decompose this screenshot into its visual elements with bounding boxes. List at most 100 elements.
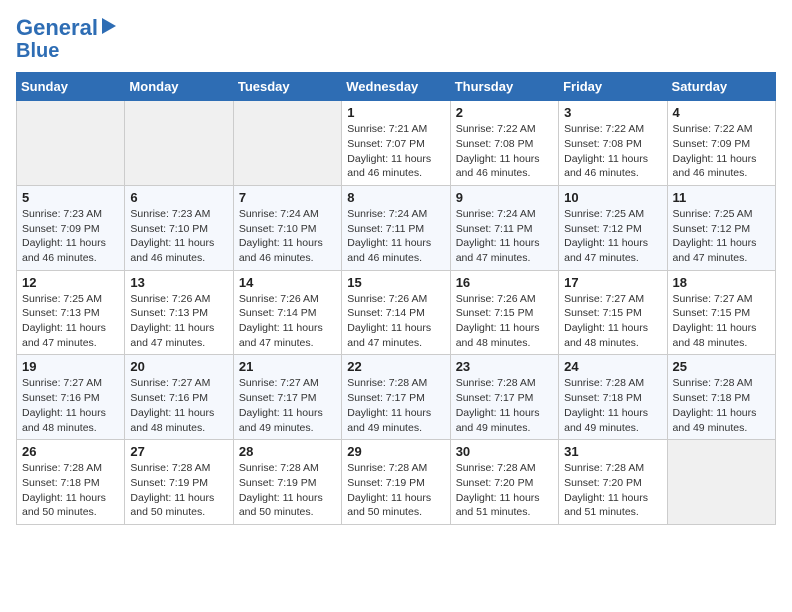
- calendar-cell: 27Sunrise: 7:28 AM Sunset: 7:19 PM Dayli…: [125, 440, 233, 525]
- day-info: Sunrise: 7:24 AM Sunset: 7:10 PM Dayligh…: [239, 207, 336, 266]
- day-info: Sunrise: 7:21 AM Sunset: 7:07 PM Dayligh…: [347, 122, 444, 181]
- weekday-header-row: SundayMondayTuesdayWednesdayThursdayFrid…: [17, 73, 776, 101]
- weekday-header-friday: Friday: [559, 73, 667, 101]
- day-number: 7: [239, 190, 336, 205]
- day-info: Sunrise: 7:22 AM Sunset: 7:08 PM Dayligh…: [456, 122, 553, 181]
- day-info: Sunrise: 7:28 AM Sunset: 7:19 PM Dayligh…: [347, 461, 444, 520]
- day-number: 25: [673, 359, 770, 374]
- calendar-week-row: 26 Sunrise: 7:28 AM Sunset: 7:18 PM Dayli…: [17, 440, 776, 525]
- day-number: 11: [673, 190, 770, 205]
- weekday-header-sunday: Sunday: [17, 73, 125, 101]
- calendar-cell: [125, 101, 233, 186]
- day-number: 23: [456, 359, 553, 374]
- day-number: 2: [456, 105, 553, 120]
- day-number: 28: [239, 444, 336, 459]
- day-info: Sunrise: 7:22 AM Sunset: 7:08 PM Dayligh…: [564, 122, 661, 181]
- day-info: Sunrise: 7:28 AM Sunset: 7:18 PM Dayligh…: [673, 376, 770, 435]
- calendar-cell: [667, 440, 775, 525]
- logo-subtext: Blue: [16, 40, 59, 62]
- day-number: 13: [130, 275, 227, 290]
- calendar-cell: 16Sunrise: 7:26 AM Sunset: 7:15 PM Dayli…: [450, 270, 558, 355]
- day-number: 18: [673, 275, 770, 290]
- calendar-cell: 22 Sunrise: 7:28 AM Sunset: 7:17 PM Dayli…: [342, 355, 450, 440]
- day-number: 17: [564, 275, 661, 290]
- calendar-cell: 14 Sunrise: 7:26 AM Sunset: 7:14 PM Dayli…: [233, 270, 341, 355]
- day-number: 30: [456, 444, 553, 459]
- day-info: Sunrise: 7:26 AM Sunset: 7:13 PM Dayligh…: [130, 292, 227, 351]
- day-info: Sunrise: 7:25 AM Sunset: 7:13 PM Dayligh…: [22, 292, 119, 351]
- day-info: Sunrise: 7:26 AM Sunset: 7:14 PM Dayligh…: [239, 292, 336, 351]
- calendar-cell: 28 Sunrise: 7:28 AM Sunset: 7:19 PM Dayli…: [233, 440, 341, 525]
- weekday-header-thursday: Thursday: [450, 73, 558, 101]
- calendar-cell: 3 Sunrise: 7:22 AM Sunset: 7:08 PM Daylig…: [559, 101, 667, 186]
- day-info: Sunrise: 7:28 AM Sunset: 7:20 PM Dayligh…: [456, 461, 553, 520]
- calendar-cell: 1 Sunrise: 7:21 AM Sunset: 7:07 PM Daylig…: [342, 101, 450, 186]
- calendar-table: SundayMondayTuesdayWednesdayThursdayFrid…: [16, 72, 776, 525]
- day-number: 31: [564, 444, 661, 459]
- calendar-cell: 23 Sunrise: 7:28 AM Sunset: 7:17 PM Dayli…: [450, 355, 558, 440]
- calendar-cell: 13 Sunrise: 7:26 AM Sunset: 7:13 PM Dayli…: [125, 270, 233, 355]
- day-number: 20: [130, 359, 227, 374]
- day-number: 4: [673, 105, 770, 120]
- day-info: Sunrise: 7:25 AM Sunset: 7:12 PM Dayligh…: [564, 207, 661, 266]
- day-info: Sunrise: 7:27 AM Sunset: 7:15 PM Dayligh…: [673, 292, 770, 351]
- day-info: Sunrise: 7:28 AM Sunset: 7:20 PM Dayligh…: [564, 461, 661, 520]
- calendar-cell: 18 Sunrise: 7:27 AM Sunset: 7:15 PM Dayli…: [667, 270, 775, 355]
- calendar-cell: 7 Sunrise: 7:24 AM Sunset: 7:10 PM Daylig…: [233, 185, 341, 270]
- calendar-cell: 19Sunrise: 7:27 AM Sunset: 7:16 PM Dayli…: [17, 355, 125, 440]
- calendar-cell: 6 Sunrise: 7:23 AM Sunset: 7:10 PM Daylig…: [125, 185, 233, 270]
- calendar-week-row: 19Sunrise: 7:27 AM Sunset: 7:16 PM Dayli…: [17, 355, 776, 440]
- weekday-header-saturday: Saturday: [667, 73, 775, 101]
- calendar-cell: 10Sunrise: 7:25 AM Sunset: 7:12 PM Dayli…: [559, 185, 667, 270]
- calendar-cell: 15 Sunrise: 7:26 AM Sunset: 7:14 PM Dayli…: [342, 270, 450, 355]
- day-number: 24: [564, 359, 661, 374]
- day-info: Sunrise: 7:23 AM Sunset: 7:09 PM Dayligh…: [22, 207, 119, 266]
- day-info: Sunrise: 7:24 AM Sunset: 7:11 PM Dayligh…: [456, 207, 553, 266]
- day-info: Sunrise: 7:27 AM Sunset: 7:15 PM Dayligh…: [564, 292, 661, 351]
- calendar-cell: 2 Sunrise: 7:22 AM Sunset: 7:08 PM Daylig…: [450, 101, 558, 186]
- weekday-header-wednesday: Wednesday: [342, 73, 450, 101]
- day-number: 26: [22, 444, 119, 459]
- day-number: 3: [564, 105, 661, 120]
- day-number: 15: [347, 275, 444, 290]
- day-info: Sunrise: 7:25 AM Sunset: 7:12 PM Dayligh…: [673, 207, 770, 266]
- day-info: Sunrise: 7:28 AM Sunset: 7:18 PM Dayligh…: [22, 461, 119, 520]
- day-info: Sunrise: 7:27 AM Sunset: 7:17 PM Dayligh…: [239, 376, 336, 435]
- day-info: Sunrise: 7:26 AM Sunset: 7:14 PM Dayligh…: [347, 292, 444, 351]
- calendar-cell: 31 Sunrise: 7:28 AM Sunset: 7:20 PM Dayli…: [559, 440, 667, 525]
- day-number: 19: [22, 359, 119, 374]
- day-info: Sunrise: 7:22 AM Sunset: 7:09 PM Dayligh…: [673, 122, 770, 181]
- day-number: 9: [456, 190, 553, 205]
- day-info: Sunrise: 7:28 AM Sunset: 7:17 PM Dayligh…: [456, 376, 553, 435]
- day-number: 6: [130, 190, 227, 205]
- day-info: Sunrise: 7:23 AM Sunset: 7:10 PM Dayligh…: [130, 207, 227, 266]
- calendar-cell: 25 Sunrise: 7:28 AM Sunset: 7:18 PM Dayli…: [667, 355, 775, 440]
- day-info: Sunrise: 7:28 AM Sunset: 7:19 PM Dayligh…: [239, 461, 336, 520]
- calendar-week-row: 12 Sunrise: 7:25 AM Sunset: 7:13 PM Dayli…: [17, 270, 776, 355]
- calendar-cell: 17 Sunrise: 7:27 AM Sunset: 7:15 PM Dayli…: [559, 270, 667, 355]
- day-info: Sunrise: 7:24 AM Sunset: 7:11 PM Dayligh…: [347, 207, 444, 266]
- calendar-cell: 5 Sunrise: 7:23 AM Sunset: 7:09 PM Daylig…: [17, 185, 125, 270]
- calendar-cell: 9 Sunrise: 7:24 AM Sunset: 7:11 PM Daylig…: [450, 185, 558, 270]
- calendar-week-row: 5 Sunrise: 7:23 AM Sunset: 7:09 PM Daylig…: [17, 185, 776, 270]
- page-header: General Blue: [16, 16, 776, 62]
- calendar-cell: 11 Sunrise: 7:25 AM Sunset: 7:12 PM Dayli…: [667, 185, 775, 270]
- calendar-cell: 24 Sunrise: 7:28 AM Sunset: 7:18 PM Dayli…: [559, 355, 667, 440]
- weekday-header-monday: Monday: [125, 73, 233, 101]
- calendar-cell: 8Sunrise: 7:24 AM Sunset: 7:11 PM Daylig…: [342, 185, 450, 270]
- calendar-cell: 26 Sunrise: 7:28 AM Sunset: 7:18 PM Dayli…: [17, 440, 125, 525]
- calendar-cell: 29 Sunrise: 7:28 AM Sunset: 7:19 PM Dayli…: [342, 440, 450, 525]
- calendar-cell: 21Sunrise: 7:27 AM Sunset: 7:17 PM Dayli…: [233, 355, 341, 440]
- day-number: 29: [347, 444, 444, 459]
- day-number: 5: [22, 190, 119, 205]
- day-info: Sunrise: 7:28 AM Sunset: 7:18 PM Dayligh…: [564, 376, 661, 435]
- day-number: 12: [22, 275, 119, 290]
- day-info: Sunrise: 7:26 AM Sunset: 7:15 PM Dayligh…: [456, 292, 553, 351]
- calendar-cell: 30 Sunrise: 7:28 AM Sunset: 7:20 PM Dayli…: [450, 440, 558, 525]
- day-number: 1: [347, 105, 444, 120]
- calendar-cell: 20Sunrise: 7:27 AM Sunset: 7:16 PM Dayli…: [125, 355, 233, 440]
- day-number: 22: [347, 359, 444, 374]
- calendar-week-row: 1 Sunrise: 7:21 AM Sunset: 7:07 PM Daylig…: [17, 101, 776, 186]
- day-number: 14: [239, 275, 336, 290]
- day-info: Sunrise: 7:28 AM Sunset: 7:17 PM Dayligh…: [347, 376, 444, 435]
